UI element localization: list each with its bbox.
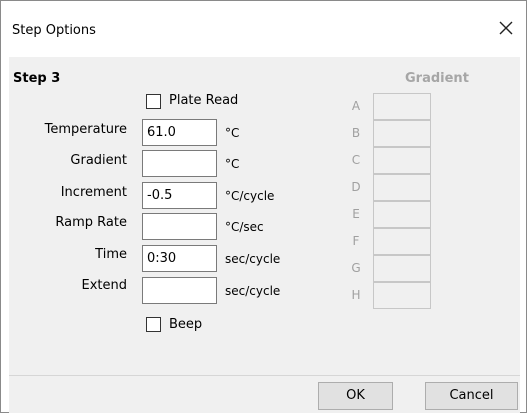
temperature-input[interactable]: 61.0 <box>142 119 217 146</box>
gradient-row-label: E <box>352 207 360 221</box>
title-bar: Step Options <box>1 1 526 49</box>
step-title: Step 3 <box>13 71 61 86</box>
gradient-unit: °C <box>225 157 240 171</box>
gradient-cell-g <box>373 255 431 282</box>
step-options-dialog: Step Options Step 3 Gradient Plate Read … <box>0 0 527 413</box>
gradient-row-label: H <box>351 288 361 302</box>
time-unit: sec/cycle <box>225 252 281 266</box>
beep-label: Beep <box>169 317 203 332</box>
ok-button[interactable]: OK <box>318 382 393 410</box>
ramp-rate-input[interactable] <box>142 213 217 240</box>
gradient-input[interactable] <box>142 150 217 177</box>
temperature-unit: °C <box>225 126 240 140</box>
gradient-label: Gradient <box>70 153 127 168</box>
gradient-row-label: G <box>351 261 361 275</box>
time-input[interactable]: 0:30 <box>142 245 217 272</box>
temperature-label: Temperature <box>44 122 127 137</box>
extend-label: Extend <box>81 278 128 293</box>
gradient-row-label: D <box>351 180 361 194</box>
gradient-cell-e <box>373 201 431 228</box>
close-icon[interactable] <box>496 18 516 38</box>
gradient-panel-title: Gradient <box>405 71 469 86</box>
gradient-row-label: B <box>351 126 361 140</box>
increment-input[interactable]: -0.5 <box>142 182 217 209</box>
gradient-cell-a <box>373 93 431 120</box>
time-label: Time <box>95 247 127 262</box>
cancel-button[interactable]: Cancel <box>425 382 518 410</box>
window-title: Step Options <box>12 23 96 38</box>
gradient-cell-b <box>373 120 431 147</box>
gradient-row-label: A <box>351 99 361 113</box>
gradient-row-label: C <box>351 153 361 167</box>
gradient-row-label: F <box>352 234 360 248</box>
gradient-cell-d <box>373 174 431 201</box>
gradient-cell-f <box>373 228 431 255</box>
gradient-cell-h <box>373 282 431 309</box>
plate-read-checkbox[interactable] <box>146 94 161 109</box>
plate-read-label: Plate Read <box>169 93 239 108</box>
gradient-cell-c <box>373 147 431 174</box>
extend-input[interactable] <box>142 277 217 304</box>
extend-unit: sec/cycle <box>225 284 281 298</box>
beep-checkbox[interactable] <box>146 317 161 332</box>
ramp-rate-label: Ramp Rate <box>55 215 127 230</box>
increment-unit: °C/cycle <box>225 189 275 203</box>
ramp-rate-unit: °C/sec <box>225 220 264 234</box>
increment-label: Increment <box>60 185 127 200</box>
